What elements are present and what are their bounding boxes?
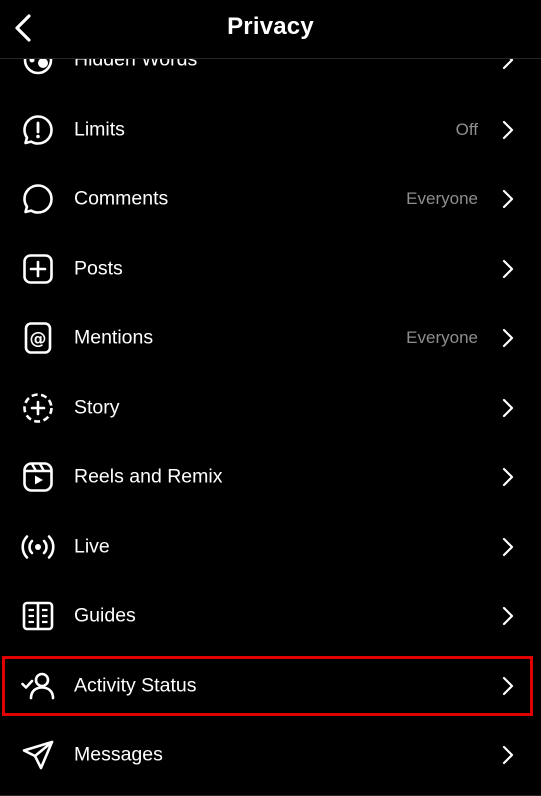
chevron-right-icon bbox=[501, 189, 515, 209]
activity-status-icon bbox=[21, 669, 55, 703]
row-value: Everyone bbox=[406, 189, 478, 209]
row-label: Reels and Remix bbox=[74, 465, 223, 488]
row-guides[interactable]: Guides bbox=[0, 582, 541, 652]
chevron-right-icon bbox=[501, 120, 515, 140]
reels-icon bbox=[21, 460, 55, 494]
row-label: Comments bbox=[74, 187, 169, 210]
row-value: Everyone bbox=[406, 328, 478, 348]
limits-icon bbox=[21, 113, 55, 147]
chevron-right-icon bbox=[501, 745, 515, 765]
chevron-right-icon bbox=[501, 676, 515, 696]
row-reels-and-remix[interactable]: Reels and Remix bbox=[0, 443, 541, 513]
row-value: Off bbox=[455, 119, 478, 139]
row-messages[interactable]: Messages bbox=[0, 721, 541, 791]
row-label: Guides bbox=[74, 604, 136, 627]
chevron-right-icon bbox=[501, 467, 515, 487]
posts-icon bbox=[21, 252, 55, 286]
svg-text:@: @ bbox=[30, 329, 47, 349]
row-label: Limits bbox=[74, 118, 125, 141]
row-label: Mentions bbox=[74, 326, 154, 349]
row-mentions[interactable]: @ Mentions Everyone bbox=[0, 304, 541, 374]
row-live[interactable]: Live bbox=[0, 512, 541, 582]
top-nav-bar: Privacy bbox=[0, 0, 541, 59]
row-story[interactable]: Story bbox=[0, 373, 541, 443]
live-icon bbox=[21, 530, 55, 564]
row-label: Posts bbox=[74, 257, 123, 280]
row-comments[interactable]: Comments Everyone bbox=[0, 165, 541, 235]
messages-icon bbox=[21, 738, 55, 772]
row-label: Story bbox=[74, 396, 120, 419]
row-label: Live bbox=[74, 535, 110, 558]
row-limits[interactable]: Limits Off bbox=[0, 95, 541, 165]
page-title: Privacy bbox=[227, 13, 314, 40]
chevron-right-icon bbox=[501, 328, 515, 348]
chevron-right-icon bbox=[501, 606, 515, 626]
row-label: Activity Status bbox=[74, 674, 197, 697]
comment-icon bbox=[21, 182, 55, 216]
row-activity-status[interactable]: Activity Status bbox=[0, 651, 541, 721]
story-icon bbox=[21, 391, 55, 425]
at-icon: @ bbox=[21, 321, 55, 355]
guides-icon bbox=[21, 599, 55, 633]
row-label: Messages bbox=[74, 743, 163, 766]
row-posts[interactable]: Posts bbox=[0, 234, 541, 304]
chevron-right-icon bbox=[501, 537, 515, 557]
chevron-right-icon bbox=[501, 398, 515, 418]
chevron-right-icon bbox=[501, 259, 515, 279]
